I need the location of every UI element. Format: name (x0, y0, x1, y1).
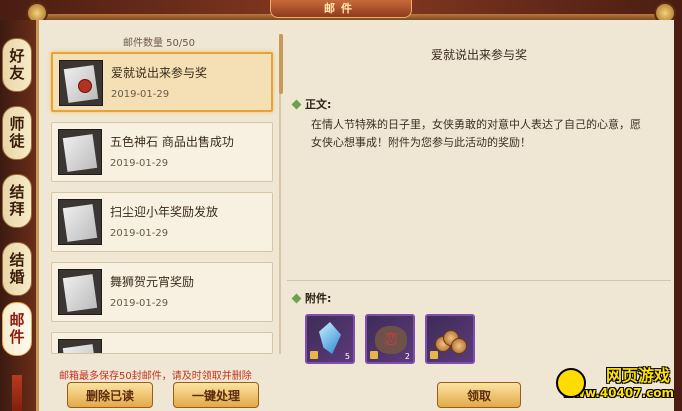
mail-item[interactable]: 舞狮贺元宵奖励 2019-01-29 (51, 262, 273, 322)
attachment-quantity: 5 (344, 352, 350, 361)
tassel-decoration (12, 375, 22, 411)
body-label-text: 正文: (305, 98, 332, 111)
diamond-bullet-icon (291, 99, 302, 109)
mail-count: 邮件数量 50/50 (123, 38, 195, 49)
scrollbar-thumb[interactable] (279, 34, 283, 94)
lock-icon (430, 351, 438, 359)
site-watermark: 网页游戏 www.40407.com (556, 362, 682, 411)
process-all-button[interactable]: 一键处理 (173, 382, 259, 408)
attachment-slot[interactable]: 恋 2 (365, 314, 415, 364)
mailbox-warning: 邮箱最多保存50封邮件，请及时领取并删除 (59, 371, 252, 382)
tab-friends[interactable]: 好友 (2, 38, 32, 92)
stone-icon: 恋 (375, 326, 407, 354)
mascot-icon (556, 368, 586, 398)
attachments-label: 附件: (291, 290, 332, 306)
watermark-title: 网页游戏 (605, 366, 670, 385)
delete-read-button[interactable]: 删除已读 (67, 382, 153, 408)
mail-item[interactable]: 扫尘迎小年奖励发放 2019-01-29 (51, 192, 273, 252)
attachment-slot[interactable] (425, 314, 475, 364)
attachment-quantity: 2 (404, 352, 410, 361)
mail-item[interactable]: 爱就说出来参与奖 2019-01-29 (51, 52, 273, 112)
mail-list: 邮件数量 50/50 爱就说出来参与奖 2019-01-29 五色神石 商品出售… (45, 28, 283, 411)
mail-title: 舞狮贺元宵奖励 (110, 275, 195, 289)
mail-icon (59, 60, 103, 106)
window-frame: 邮件 好友 师徒 结拜 结婚 邮件 邮件数量 50/50 爱就说出来参与奖 20… (0, 0, 682, 411)
window-title: 邮件 (270, 0, 412, 18)
mail-icon (58, 129, 102, 175)
mail-title: 五色神石 商品出售成功 (110, 135, 234, 149)
mail-item[interactable]: 五色神石 商品出售成功 2019-01-29 (51, 122, 273, 182)
mail-date: 2019-01-29 (111, 89, 170, 100)
mail-title: 扫尘迎小年奖励发放 (110, 205, 219, 219)
attachment-slot[interactable]: 5 (305, 314, 355, 364)
mail-title: 爱就说出来参与奖 (111, 66, 208, 80)
tab-mail[interactable]: 邮件 (2, 302, 32, 356)
claim-button[interactable]: 领取 (437, 382, 521, 408)
tab-mentor[interactable]: 师徒 (2, 106, 32, 160)
mail-item-partial[interactable] (51, 332, 273, 354)
tab-sworn[interactable]: 结拜 (2, 174, 32, 228)
body-label: 正文: (291, 96, 332, 112)
lock-icon (310, 351, 318, 359)
diamond-bullet-icon (291, 293, 302, 303)
lock-icon (370, 351, 378, 359)
mail-icon (58, 269, 102, 315)
mail-date: 2019-01-29 (110, 228, 169, 239)
mail-body: 在情人节特殊的日子里，女侠勇敢的对意中人表达了自己的心意，愿女侠心想事成！附件为… (311, 118, 641, 149)
tab-strip: 好友 师徒 结拜 结婚 邮件 (0, 20, 36, 411)
mail-date: 2019-01-29 (110, 298, 169, 309)
tab-marriage[interactable]: 结婚 (2, 242, 32, 296)
attachments-label-text: 附件: (305, 292, 332, 305)
mail-date: 2019-01-29 (110, 158, 169, 169)
coins-icon (435, 326, 467, 354)
crystal-icon (319, 322, 341, 354)
mail-detail: 爱就说出来参与奖 正文: 在情人节特殊的日子里，女侠勇敢的对意中人表达了自己的心… (287, 28, 671, 411)
mail-detail-title: 爱就说出来参与奖 (430, 48, 527, 62)
mail-icon (58, 339, 102, 353)
mail-panel: 邮件数量 50/50 爱就说出来参与奖 2019-01-29 五色神石 商品出售… (36, 20, 674, 411)
mail-icon (58, 199, 102, 245)
